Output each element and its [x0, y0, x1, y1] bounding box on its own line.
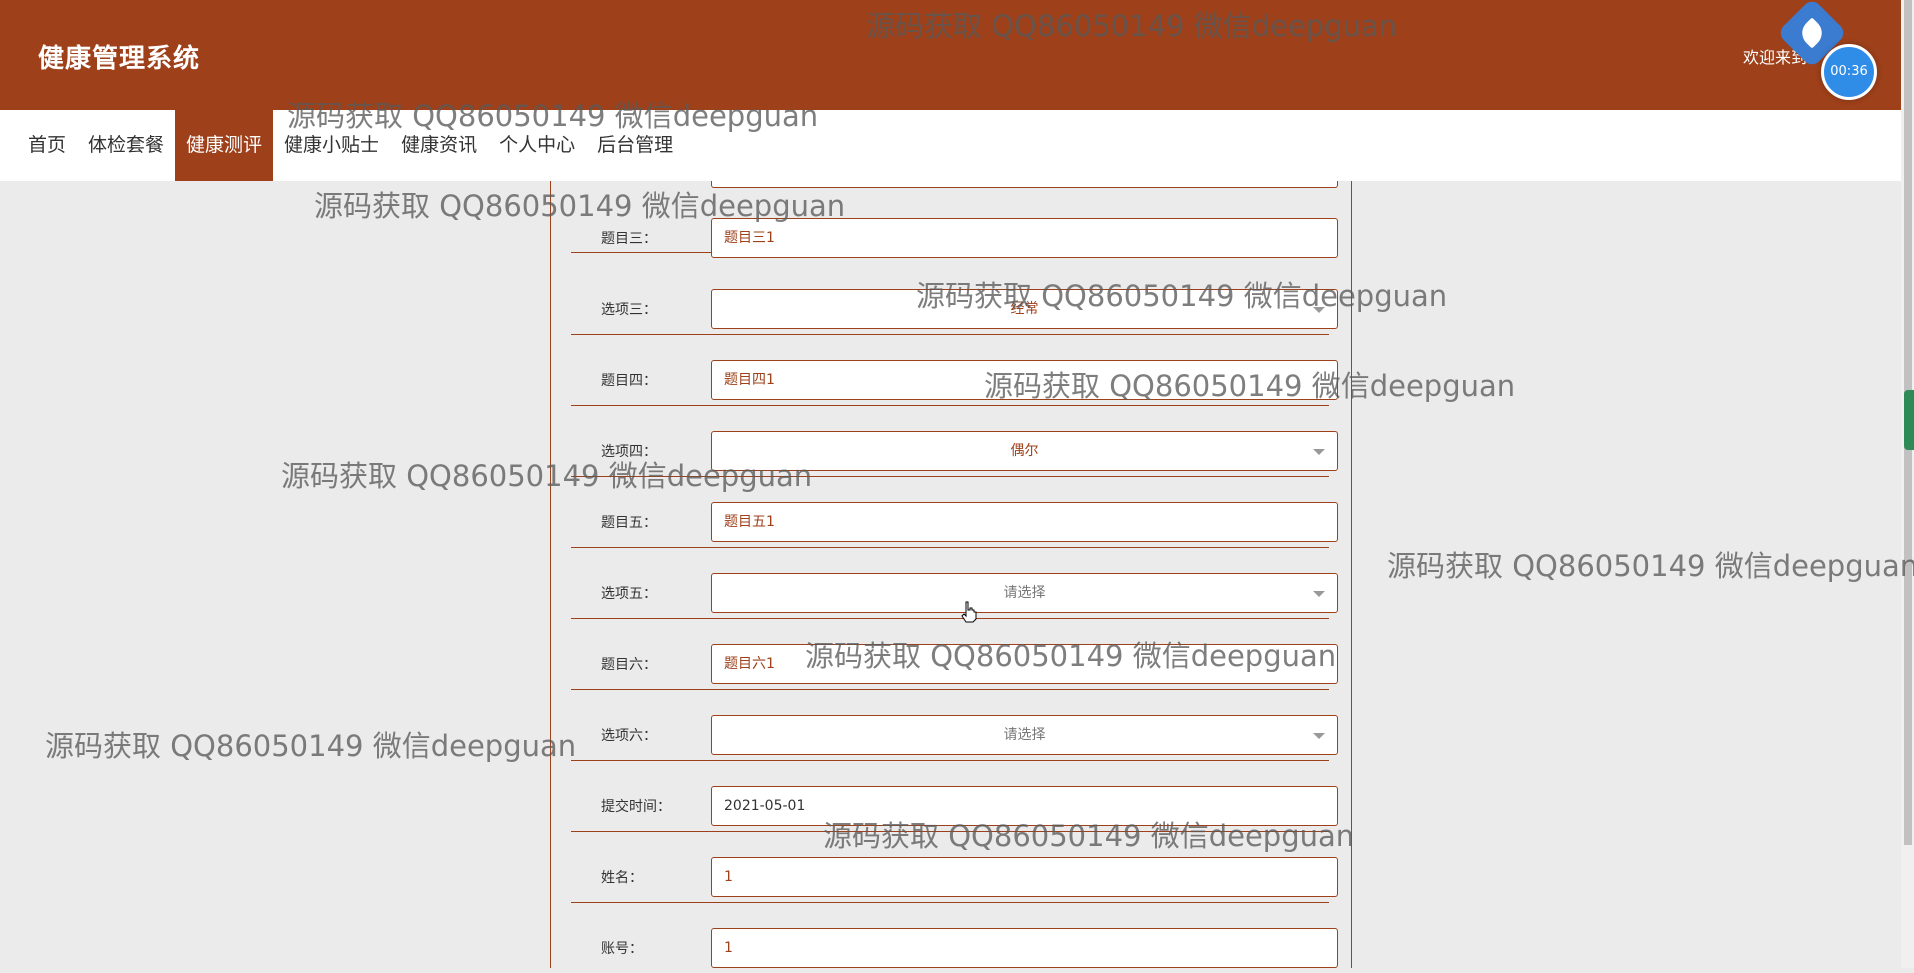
form-row-question-5: 题目五： 题目五1 — [571, 476, 1338, 548]
form-row-option-3: 选项三： 经常 — [571, 263, 1338, 335]
field-label: 题目四： — [601, 373, 657, 389]
select-placeholder: 请选择 — [1003, 585, 1046, 601]
chevron-down-icon — [1313, 307, 1325, 313]
form-row-question-4: 题目四： 题目四1 — [571, 334, 1338, 406]
field-label: 选项四： — [601, 444, 657, 460]
name-input[interactable]: 1 — [711, 857, 1338, 897]
chevron-down-icon — [1313, 733, 1325, 739]
side-floating-tab[interactable] — [1904, 390, 1914, 450]
nav-item-health-assessment[interactable]: 健康测评 — [175, 110, 274, 181]
question-5-input[interactable]: 题目五1 — [711, 502, 1338, 542]
field-label: 题目六： — [601, 657, 657, 673]
select-value: 经常 — [1010, 301, 1039, 317]
form-row-account: 账号： 1 — [571, 902, 1338, 973]
page-scrollbar[interactable] — [1901, 0, 1914, 968]
account-input[interactable]: 1 — [711, 928, 1338, 968]
submit-time-input[interactable]: 2021-05-01 — [711, 786, 1338, 826]
form-row-option-5: 选项五： 请选择 — [571, 547, 1338, 619]
form-row-option-6: 选项六： 请选择 — [571, 689, 1338, 761]
nav-item-checkup-packages[interactable]: 体检套餐 — [77, 110, 175, 181]
hand-cursor-icon — [961, 601, 977, 623]
option-3-select[interactable]: 经常 — [711, 289, 1338, 329]
assessment-form-panel: 题目三： 题目三1 选项三： 经常 题目四： 题目四1 选项四： 偶尔 题目五：… — [550, 181, 1352, 968]
option-5-select[interactable]: 请选择 — [711, 573, 1338, 613]
option-6-select[interactable]: 请选择 — [711, 715, 1338, 755]
question-3-input[interactable]: 题目三1 — [711, 218, 1338, 258]
recording-timer: 00:36 — [1821, 44, 1877, 100]
field-label: 选项六： — [601, 728, 657, 744]
option-4-select[interactable]: 偶尔 — [711, 431, 1338, 471]
top-header: 健康管理系统 欢迎来到 00:36 — [0, 0, 1901, 110]
nav-item-health-tips[interactable]: 健康小贴士 — [273, 110, 390, 181]
chevron-down-icon — [1313, 591, 1325, 597]
nav-item-health-news[interactable]: 健康资讯 — [390, 110, 488, 181]
form-row-submit-time: 提交时间： 2021-05-01 — [571, 760, 1338, 832]
watermark-text: 源码获取 QQ86050149 微信deepguan — [1387, 549, 1914, 583]
field-label: 题目五： — [601, 515, 657, 531]
field-label: 选项三： — [601, 302, 657, 318]
form-row-question-6: 题目六： 题目六1 — [571, 618, 1338, 690]
form-row-question-3: 题目三： 题目三1 — [571, 181, 1338, 258]
field-label: 题目三： — [601, 231, 657, 247]
select-placeholder: 请选择 — [1003, 727, 1046, 743]
question-4-input[interactable]: 题目四1 — [711, 360, 1338, 400]
form-row-name: 姓名： 1 — [571, 831, 1338, 903]
select-value: 偶尔 — [1010, 443, 1039, 459]
nav-item-admin[interactable]: 后台管理 — [586, 110, 684, 181]
main-nav: 首页 体检套餐 健康测评 健康小贴士 健康资讯 个人中心 后台管理 — [0, 110, 1901, 181]
field-label: 选项五： — [601, 586, 657, 602]
nav-item-home[interactable]: 首页 — [17, 110, 77, 181]
question-6-input[interactable]: 题目六1 — [711, 644, 1338, 684]
chevron-down-icon — [1313, 449, 1325, 455]
site-title: 健康管理系统 — [38, 44, 201, 74]
form-row-option-4: 选项四： 偶尔 — [571, 405, 1338, 477]
nav-item-personal-center[interactable]: 个人中心 — [488, 110, 586, 181]
field-label: 提交时间： — [601, 799, 671, 815]
field-label: 账号： — [601, 941, 643, 957]
watermark-text: 源码获取 QQ86050149 微信deepguan — [45, 729, 577, 763]
field-label: 姓名： — [601, 870, 643, 886]
